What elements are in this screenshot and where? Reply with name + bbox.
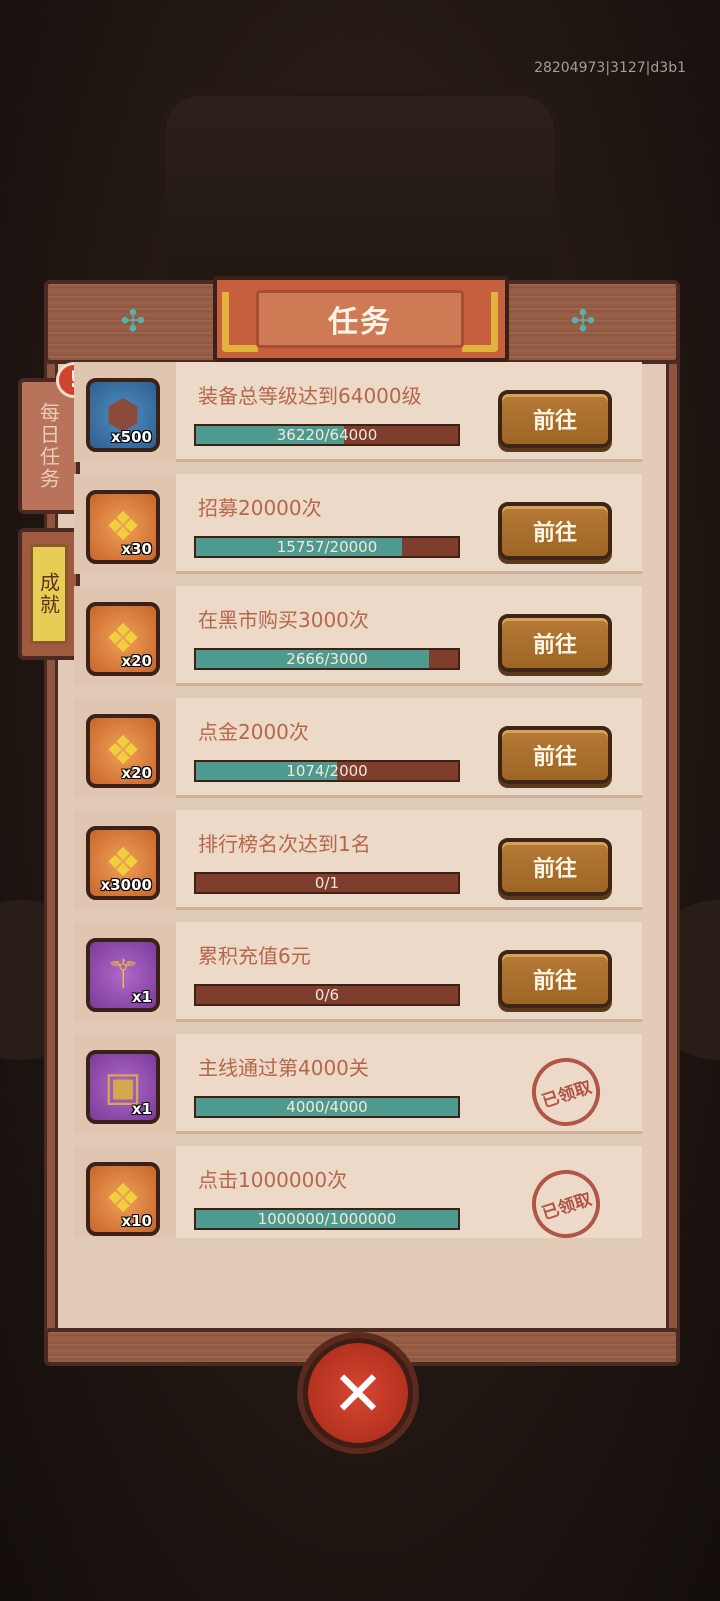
progress-text: 15757/20000 — [276, 538, 378, 556]
task-name: 点击1000000次 — [198, 1168, 348, 1192]
reward-count: x1 — [131, 988, 152, 1006]
progress-bar: 15757/20000 — [194, 536, 460, 558]
go-button[interactable]: 前往 — [498, 838, 612, 896]
claimed-stamp: 已领取 — [523, 1049, 609, 1135]
progress-bar: 4000/4000 — [194, 1096, 460, 1118]
progress-text: 4000/4000 — [286, 1098, 368, 1116]
title-banner: 任务 — [256, 290, 464, 348]
reward-count: x10 — [121, 1212, 152, 1230]
fish-emblem-icon: ✣ — [120, 304, 146, 339]
reward-item[interactable]: ❖ x30 — [86, 490, 160, 564]
go-button[interactable]: 前往 — [498, 614, 612, 672]
task-row: ❖ x20 点金2000次 1074/2000 前往 — [74, 698, 642, 798]
task-name: 招募20000次 — [198, 496, 322, 520]
tab-daily-tasks[interactable]: 每日任务 — [18, 378, 80, 514]
task-row: ❖ x10 点击1000000次 1000000/1000000 已领取 — [74, 1146, 642, 1238]
panel-right-frame — [666, 360, 680, 1332]
fish-emblem-icon: ✣ — [570, 304, 596, 339]
progress-text: 0/6 — [314, 986, 340, 1004]
go-button[interactable]: 前往 — [498, 950, 612, 1008]
reward-item[interactable]: ▣ x1 — [86, 1050, 160, 1124]
build-id: 28204973|3127|d3b1 — [534, 60, 686, 76]
task-row: ▣ x1 主线通过第4000关 4000/4000 已领取 — [74, 1034, 642, 1135]
claimed-stamp: 已领取 — [523, 1161, 609, 1238]
progress-text: 0/1 — [314, 874, 340, 892]
task-list[interactable]: ⬢ x500 装备总等级达到64000级 36220/64000 前往 ❖ x3… — [74, 362, 642, 1238]
reward-cell: ❖ x3000 — [74, 810, 176, 910]
tab-achievements[interactable]: 成就 — [18, 528, 80, 660]
close-icon: ✕ — [332, 1356, 384, 1430]
go-button[interactable]: 前往 — [498, 726, 612, 784]
task-row: ❖ x20 在黑市购买3000次 2666/3000 前往 — [74, 586, 642, 686]
reward-count: x30 — [121, 540, 152, 558]
go-button[interactable]: 前往 — [498, 390, 612, 448]
task-row: ⬢ x500 装备总等级达到64000级 36220/64000 前往 — [74, 362, 642, 462]
progress-text: 2666/3000 — [286, 650, 368, 668]
reward-count: x1 — [131, 1100, 152, 1118]
task-name: 在黑市购买3000次 — [198, 608, 369, 632]
reward-item[interactable]: ❖ x3000 — [86, 826, 160, 900]
task-row: ⚚ x1 累积充值6元 0/6 前往 — [74, 922, 642, 1022]
close-button[interactable]: ✕ — [303, 1338, 413, 1448]
reward-cell: ⚚ x1 — [74, 922, 176, 1022]
page-title: 任务 — [328, 305, 392, 340]
progress-bar: 36220/64000 — [194, 424, 460, 446]
gold-corner-ornament — [462, 292, 498, 352]
progress-text: 1074/2000 — [286, 762, 368, 780]
reward-cell: ▣ x1 — [74, 1034, 176, 1134]
progress-bar: 2666/3000 — [194, 648, 460, 670]
progress-text: 36220/64000 — [276, 426, 378, 444]
progress-bar: 0/6 — [194, 984, 460, 1006]
task-name: 点金2000次 — [198, 720, 309, 744]
task-name: 排行榜名次达到1名 — [198, 832, 371, 856]
reward-cell: ❖ x20 — [74, 698, 176, 798]
task-name: 装备总等级达到64000级 — [198, 384, 422, 408]
reward-cell: ❖ x10 — [74, 1146, 176, 1238]
reward-cell: ⬢ x500 — [74, 362, 176, 462]
tab-achievement-label: 成就 — [30, 544, 68, 644]
reward-count: x20 — [121, 652, 152, 670]
progress-text: 1000000/1000000 — [257, 1210, 397, 1228]
reward-count: x3000 — [100, 876, 152, 894]
reward-item[interactable]: ❖ x20 — [86, 714, 160, 788]
task-name: 累积充值6元 — [198, 944, 311, 968]
progress-bar: 1000000/1000000 — [194, 1208, 460, 1230]
tab-daily-label: 每日任务 — [36, 402, 61, 490]
reward-item[interactable]: ⬢ x500 — [86, 378, 160, 452]
progress-bar: 0/1 — [194, 872, 460, 894]
task-name: 主线通过第4000关 — [198, 1056, 369, 1080]
task-row: ❖ x3000 排行榜名次达到1名 0/1 前往 — [74, 810, 642, 910]
reward-cell: ❖ x30 — [74, 474, 176, 574]
reward-item[interactable]: ⚚ x1 — [86, 938, 160, 1012]
gold-corner-ornament — [222, 292, 258, 352]
reward-count: x500 — [111, 428, 152, 446]
reward-item[interactable]: ❖ x10 — [86, 1162, 160, 1236]
progress-bar: 1074/2000 — [194, 760, 460, 782]
reward-count: x20 — [121, 764, 152, 782]
task-row: ❖ x30 招募20000次 15757/20000 前往 — [74, 474, 642, 574]
reward-cell: ❖ x20 — [74, 586, 176, 686]
reward-item[interactable]: ❖ x20 — [86, 602, 160, 676]
go-button[interactable]: 前往 — [498, 502, 612, 560]
